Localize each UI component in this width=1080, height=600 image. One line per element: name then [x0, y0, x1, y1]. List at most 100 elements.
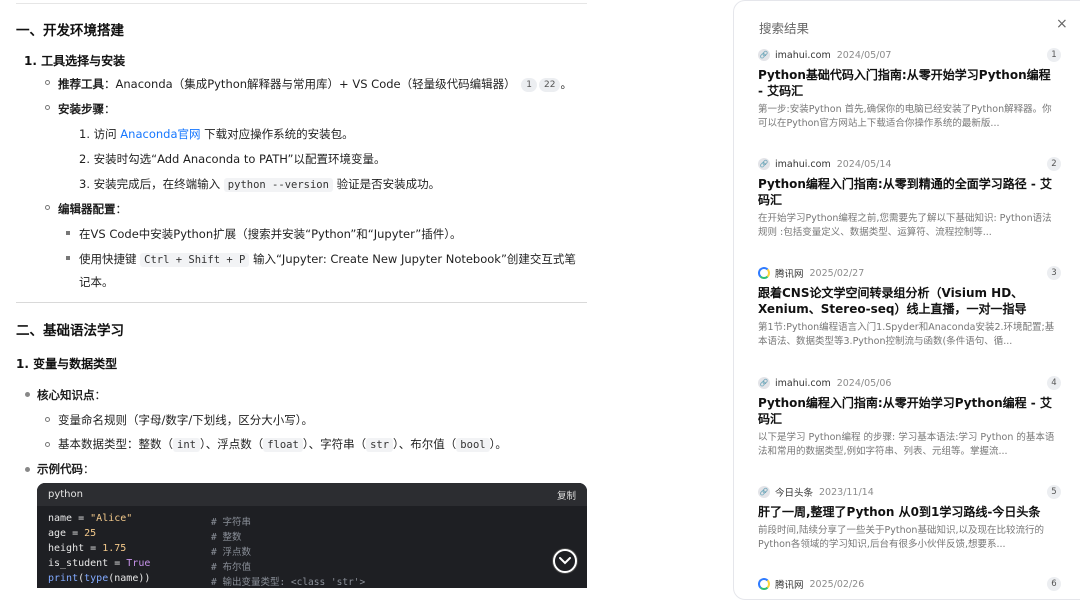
text: ）、布尔值（ [393, 437, 457, 451]
inline-code: Ctrl + Shift + P [140, 253, 250, 267]
editor-step-2-text-end: 输入“Jupyter: Create New Jupyter Notebook”… [249, 252, 576, 266]
result-date: 2023/11/14 [819, 486, 874, 498]
text: ）。 [489, 437, 507, 451]
close-button[interactable]: × [1056, 16, 1068, 32]
result-snippet: 在开始学习Python编程之前,您需要先了解以下基础知识: Python语法规则… [758, 213, 1052, 238]
tools-text: ：Anaconda（集成Python解释器与常用库）+ VS Code（轻量级代… [104, 77, 516, 91]
code-language: python [48, 489, 83, 500]
link-icon: 🔗 [758, 49, 770, 61]
citation-badge[interactable]: 22 [539, 78, 561, 92]
bullet-dot [25, 467, 30, 472]
divider [16, 302, 587, 303]
step-3: 3. 安装完成后，在终端输入 python --version 验证是否安装成功… [79, 176, 440, 192]
editor-step-2-cont: 记本。 [79, 275, 114, 289]
tencent-logo-icon [758, 267, 770, 279]
steps-label: 安装步骤 [58, 102, 104, 116]
editor-step-2: 使用快捷键 Ctrl + Shift + P 输入“Jupyter: Creat… [79, 251, 576, 267]
search-result[interactable]: 🔗 今日头条 2023/11/14 5 肝了一周,整理了Python 从0到1学习路… [758, 485, 1061, 552]
copy-button[interactable]: 复制 [557, 488, 576, 502]
search-results-panel: 搜索结果 × 🔗 imahui.com 2024/05/07 1 Python基础代… [733, 0, 1080, 600]
result-date: 2024/05/06 [836, 377, 892, 389]
search-result[interactable]: 🔗 imahui.com 2024/05/06 4 Python编程入门指南:从零开… [758, 376, 1061, 459]
inline-code: float [263, 438, 303, 452]
result-site: imahui.com [775, 49, 831, 61]
bullet-ring [45, 105, 50, 110]
result-site: 腾讯网 [775, 269, 804, 280]
result-snippet: 第一步:安装Python 首先,确保你的电脑已经安装了Python解释器。你可以… [758, 104, 1052, 129]
divider [16, 3, 587, 4]
result-date: 2025/02/27 [809, 267, 865, 279]
code-text: name = "Alice" [48, 513, 133, 524]
search-result[interactable]: 腾讯网 2025/02/26 6 [758, 577, 1061, 591]
text: 基本数据类型：整数（ [58, 437, 173, 451]
link-icon: 🔗 [758, 486, 770, 498]
editor-label: 编辑器配置 [58, 202, 116, 216]
example-item: 示例代码： [37, 461, 95, 477]
section-heading-env: 一、开发环境搭建 [16, 23, 124, 39]
result-snippet: 以下是学习 Python编程 的步骤: 学习基本语法:学习 Python 的基本… [758, 432, 1055, 457]
bullet-ring [45, 442, 50, 447]
punct: ： [94, 388, 107, 402]
subsection-title-tools: 1. 工具选择与安装 [24, 54, 126, 68]
search-result[interactable]: 腾讯网 2025/02/27 3 跟着CNS论文学空间转录组分析（Visium H… [758, 266, 1061, 349]
step-3-text-end: 验证是否安装成功。 [332, 177, 441, 191]
text: ）、浮点数（ [199, 437, 264, 451]
tools-item: 推荐工具：Anaconda（集成Python解释器与常用库）+ VS Code（… [58, 76, 572, 92]
bullet-ring [45, 417, 50, 422]
steps-item: 安装步骤： [58, 101, 116, 117]
result-number: 2 [1047, 157, 1061, 171]
inline-code: str [366, 438, 394, 452]
result-site: 腾讯网 [775, 580, 804, 591]
result-site: imahui.com [775, 377, 831, 389]
code-block[interactable]: python 复制 name = "Alice" # 字符串 age = 25 … [37, 483, 587, 588]
code-line: height = 1.75 [48, 543, 126, 554]
section-heading-syntax: 二、基础语法学习 [16, 323, 124, 339]
search-result[interactable]: 🔗 imahui.com 2024/05/14 2 Python编程入门指南:从零到… [758, 157, 1061, 240]
result-number: 6 [1047, 577, 1061, 591]
result-title[interactable]: 跟着CNS论文学空间转录组分析（Visium HD、Xenium、Stereo-… [758, 285, 1056, 317]
result-snippet: 前段时间,陆续分享了一些关于Python基础知识,以及现在比较流行的Python… [758, 525, 1044, 550]
core-point-2: 基本数据类型：整数（ int ）、浮点数（ float ）、字符串（ str ）、布尔值（ b… [58, 436, 507, 452]
scroll-down-button[interactable] [553, 549, 577, 573]
result-site: 今日头条 [775, 488, 814, 499]
tools-label: 推荐工具 [58, 77, 104, 91]
code-line: age = 25 [48, 528, 96, 539]
step-2: 2. 安装时勾选“Add Anaconda to PATH”以配置环境变量。 [79, 152, 386, 166]
code-text: height = 1.75 [48, 543, 127, 554]
chevron-down-icon [559, 557, 571, 565]
subsection-title-vars: 1. 变量与数据类型 [16, 357, 118, 371]
code-block-header: python 复制 [37, 483, 587, 506]
result-number: 5 [1047, 485, 1061, 499]
punct: ： [104, 102, 116, 116]
result-title[interactable]: Python编程入门指南:从零开始学习Python编程 - 艾码汇 [758, 395, 1056, 427]
code-text: is_student = True [48, 558, 151, 569]
bullet-ring [45, 205, 50, 210]
result-number: 1 [1047, 48, 1061, 62]
core-label: 核心知识点 [37, 388, 95, 402]
tencent-logo-icon [758, 578, 770, 590]
code-text: print(type(name)) [48, 573, 151, 584]
editor-step-2-text: 使用快捷键 [79, 252, 141, 266]
result-snippet: 第1节:Python编程语言入门1.Spyder和Anaconda安装2.环境配… [758, 322, 1055, 347]
citation-badge[interactable]: 1 [521, 78, 538, 92]
step-3-text: 3. 安装完成后，在终端输入 [79, 177, 224, 191]
code-line: name = "Alice" [48, 513, 132, 524]
search-result[interactable]: 🔗 imahui.com 2024/05/07 1 Python基础代码入门指南:从… [758, 48, 1061, 131]
code-comment: # 输出变量类型: <class 'str'> [211, 577, 366, 588]
code-text: age = 25 [48, 528, 97, 539]
bullet-dot [25, 392, 30, 397]
inline-code: bool [456, 438, 490, 452]
bullet-square [66, 256, 70, 260]
result-date: 2024/05/14 [836, 158, 892, 170]
punct: 。 [560, 77, 572, 91]
result-title[interactable]: Python基础代码入门指南:从零开始学习Python编程 - 艾码汇 [758, 67, 1056, 99]
bullet-ring [45, 80, 50, 85]
anaconda-link[interactable]: Anaconda官网 [120, 127, 200, 141]
inline-code: int [173, 438, 200, 452]
result-title[interactable]: 肝了一周,整理了Python 从0到1学习路线-今日头条 [758, 504, 1056, 520]
link-icon: 🔗 [758, 158, 770, 170]
result-title[interactable]: Python编程入门指南:从零到精通的全面学习路径 - 艾码汇 [758, 176, 1056, 208]
editor-step-1: 在VS Code中安装Python扩展（搜索并安装“Python”和“Jupyt… [79, 227, 462, 241]
core-item: 核心知识点： [37, 387, 106, 403]
example-label: 示例代码 [37, 462, 83, 476]
